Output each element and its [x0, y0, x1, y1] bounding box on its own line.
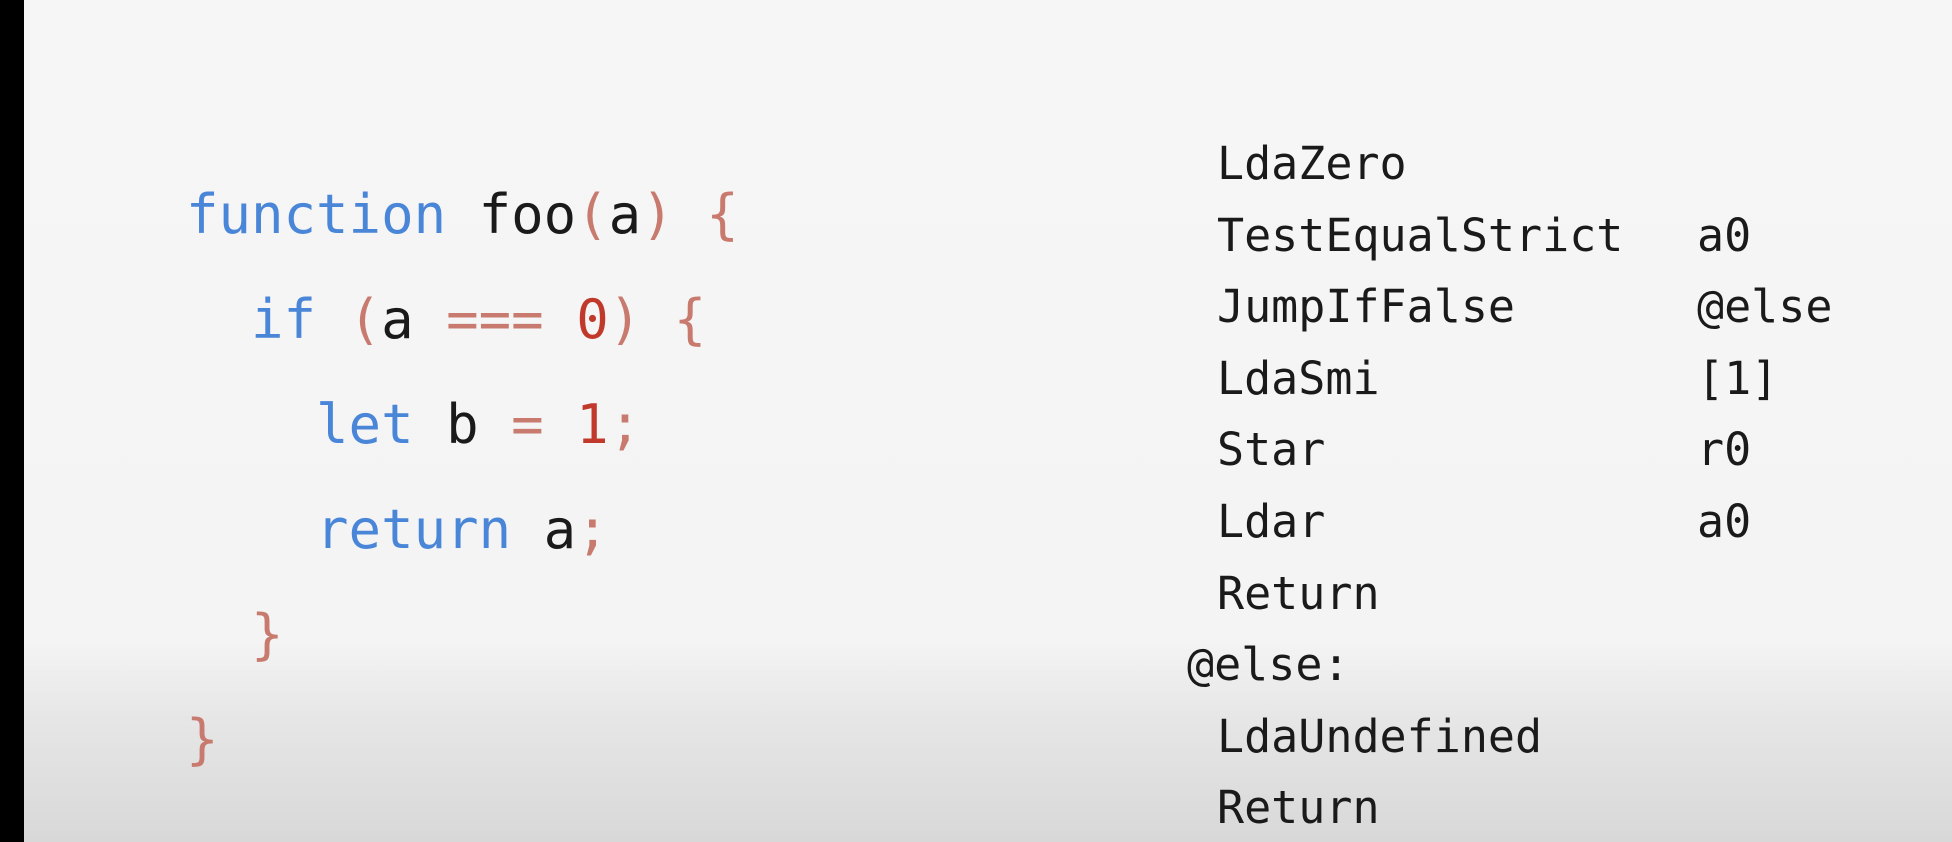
keyword-function: function	[186, 183, 447, 246]
bytecode-opcode: Return	[1217, 781, 1380, 835]
close-brace: }	[251, 603, 284, 666]
code-line-if-statement: if (a === 0) {	[186, 267, 739, 372]
bytecode-opcode: Star	[1217, 423, 1326, 477]
open-paren: (	[576, 183, 609, 246]
slide: function foo(a) { if (a === 0) { let b =…	[24, 0, 1952, 842]
bytecode-opcode: LdaZero	[1217, 137, 1407, 190]
variable-name: b	[446, 393, 479, 456]
semicolon: ;	[608, 393, 642, 456]
bytecode-opcode: JumpIfFalse	[1217, 280, 1516, 334]
bytecode-opcode: LdaUndefined	[1217, 709, 1543, 763]
parameter-name: a	[608, 183, 642, 246]
code-line-close-if: }	[186, 582, 739, 687]
bytecode-jump-label: @else:	[1187, 638, 1350, 692]
close-brace: }	[186, 708, 219, 771]
strict-equals-operator: ===	[446, 288, 544, 351]
bytecode-operand: @else	[1697, 280, 1833, 334]
code-line-return-statement: return a;	[186, 477, 739, 582]
open-brace: {	[706, 183, 739, 246]
code-line-function-declaration: function foo(a) {	[186, 162, 739, 267]
bytecode-operand: [1]	[1697, 351, 1779, 405]
open-paren: (	[348, 288, 382, 351]
number-literal: 0	[576, 288, 609, 351]
bytecode-opcode: LdaSmi	[1217, 351, 1380, 405]
assignment-operator: =	[511, 393, 544, 456]
function-name: foo	[478, 183, 577, 246]
bytecode-opcode: Return	[1217, 566, 1380, 620]
semicolon: ;	[576, 498, 609, 561]
keyword-return: return	[316, 498, 512, 561]
close-paren: )	[608, 288, 642, 351]
code-line-let-declaration: let b = 1;	[186, 372, 739, 477]
bytecode-opcode: Ldar	[1217, 494, 1326, 548]
bytecode-operand: a0	[1697, 494, 1752, 548]
keyword-if: if	[251, 288, 317, 351]
keyword-let: let	[316, 393, 414, 456]
number-literal: 1	[576, 393, 609, 456]
variable-name: a	[381, 288, 414, 351]
bytecode-operand: a0	[1697, 208, 1752, 262]
open-brace: {	[673, 288, 707, 351]
code-line-close-function: }	[186, 687, 739, 792]
bytecode-operand: r0	[1697, 423, 1752, 477]
close-paren: )	[641, 183, 674, 246]
variable-name: a	[543, 498, 577, 561]
javascript-source-code: function foo(a) { if (a === 0) { let b =…	[186, 162, 739, 792]
bytecode-opcode: TestEqualStrict	[1217, 208, 1624, 262]
